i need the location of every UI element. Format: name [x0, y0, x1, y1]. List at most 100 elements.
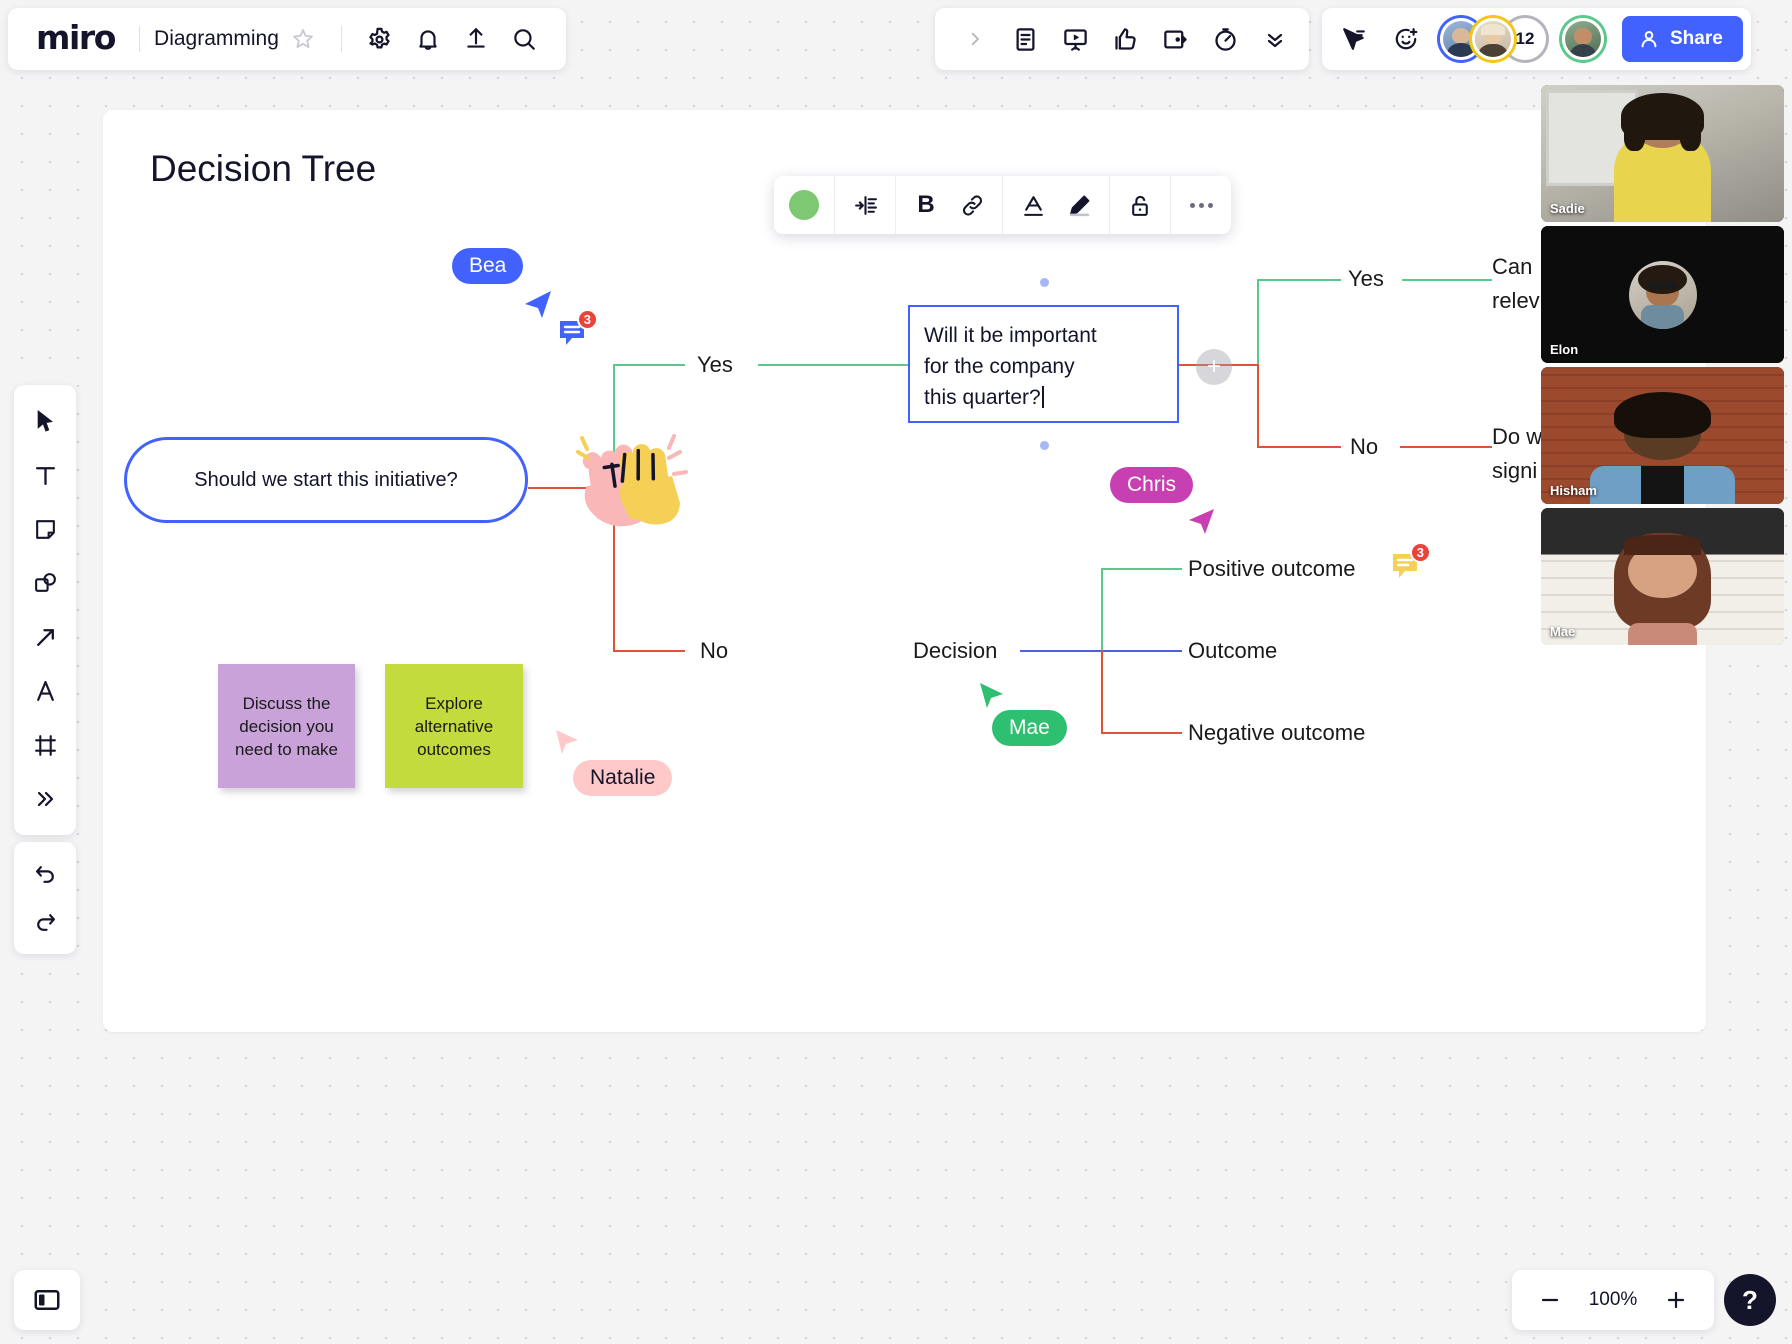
undo-button[interactable] — [21, 850, 69, 898]
label-outcome: Outcome — [1188, 638, 1278, 663]
connector-negative — [1101, 732, 1182, 734]
connector-yes-right — [1257, 279, 1341, 281]
label-clipped-bottom-2: signi — [1492, 458, 1538, 483]
cursor-follow-icon[interactable] — [1330, 15, 1378, 63]
label-no-right: No — [1350, 434, 1379, 459]
miro-logo[interactable]: miro — [26, 18, 125, 61]
add-node-button[interactable]: + — [1196, 349, 1232, 385]
bold-button[interactable]: B — [903, 182, 949, 228]
highlight-pen-button[interactable] — [1056, 182, 1102, 228]
pen-tool[interactable] — [20, 665, 70, 717]
comment-count-badge: 3 — [1409, 542, 1431, 563]
share-button[interactable]: Share — [1622, 16, 1743, 62]
connector-no-left — [613, 650, 685, 652]
avatar-self[interactable] — [1562, 18, 1604, 60]
divider — [139, 26, 141, 52]
frame-tool[interactable] — [20, 719, 70, 771]
selected-text-box[interactable]: Will it be important for the company thi… — [908, 305, 1179, 423]
sticky-note-text: Discuss the decision you need to make — [234, 693, 338, 759]
textbox-line-2: for the company — [924, 355, 1075, 378]
lock-button[interactable] — [1117, 182, 1163, 228]
link-button[interactable] — [949, 182, 995, 228]
video-participant-name: Elon — [1550, 342, 1579, 357]
cursor-arrow-bea — [521, 287, 555, 326]
shape-format-toolbar: B — [774, 176, 1231, 234]
cursor-arrow-mae — [976, 680, 1006, 715]
text-align-icon[interactable] — [842, 182, 888, 228]
text-color-button[interactable] — [1010, 182, 1056, 228]
comment-count-badge: 3 — [576, 309, 598, 330]
connector-no-right — [1257, 446, 1341, 448]
more-tools[interactable] — [20, 773, 70, 825]
avatar — [1628, 260, 1697, 329]
history-rail — [14, 842, 76, 954]
label-negative-outcome: Negative outcome — [1188, 720, 1366, 745]
more-options-button[interactable] — [1178, 182, 1224, 228]
help-button[interactable]: ? — [1724, 1274, 1776, 1326]
cursor-arrow-chris — [1186, 505, 1218, 542]
top-left-toolbar: miro Diagramming — [8, 8, 566, 70]
left-tool-rail — [14, 385, 76, 835]
label-yes-right: Yes — [1348, 266, 1384, 291]
reactions-thumbs-up-icon[interactable] — [1101, 15, 1149, 63]
cursor-label-mae: Mae — [992, 710, 1067, 746]
connector-yes-right-tail — [1402, 279, 1492, 281]
cursor-label-bea: Bea — [452, 248, 524, 284]
sticky-note[interactable]: Discuss the decision you need to make — [218, 664, 355, 788]
comment-pin[interactable]: 3 — [1390, 542, 1431, 586]
presentation-icon[interactable] — [1051, 15, 1099, 63]
fill-color-swatch[interactable] — [781, 182, 827, 228]
video-tile[interactable]: Mae — [1541, 508, 1784, 645]
avatar[interactable] — [1472, 18, 1514, 60]
connection-line-tool[interactable] — [20, 611, 70, 663]
selection-handle-bottom[interactable] — [1040, 441, 1049, 450]
screen-share-icon[interactable] — [1151, 15, 1199, 63]
star-icon[interactable] — [279, 15, 327, 63]
label-positive-outcome: Positive outcome — [1188, 556, 1356, 581]
video-participant-name: Sadie — [1550, 201, 1585, 216]
node-root-question[interactable]: Should we start this initiative? — [124, 437, 528, 523]
board-sheet[interactable] — [103, 110, 1706, 1032]
zoom-in-button[interactable] — [1652, 1276, 1700, 1324]
clap-sticker — [570, 418, 690, 538]
timer-icon[interactable] — [1201, 15, 1249, 63]
textbox-line-1: Will it be important — [924, 324, 1097, 347]
board-name[interactable]: Diagramming — [154, 27, 279, 51]
search-icon[interactable] — [500, 15, 548, 63]
select-tool[interactable] — [20, 395, 70, 447]
video-call-panel: Sadie Elon Hisham Mae — [1541, 85, 1784, 645]
text-tool[interactable] — [20, 449, 70, 501]
label-decision: Decision — [913, 638, 998, 663]
selection-handle-top[interactable] — [1040, 278, 1049, 287]
label-clipped-bottom-1: Do w — [1492, 424, 1543, 449]
shapes-tool[interactable] — [20, 557, 70, 609]
notifications-bell-icon[interactable] — [404, 15, 452, 63]
add-reaction-icon[interactable] — [1382, 15, 1430, 63]
collapse-chevrons-icon[interactable] — [1251, 15, 1299, 63]
upload-icon[interactable] — [452, 15, 500, 63]
video-tile[interactable]: Hisham — [1541, 367, 1784, 504]
zoom-level-value[interactable]: 100% — [1582, 1289, 1644, 1311]
cursor-arrow-natalie — [553, 728, 581, 761]
fill-color-circle — [789, 190, 819, 220]
connector-yes-to-question — [758, 364, 908, 366]
expand-toolbar-chevron-icon[interactable] — [951, 15, 999, 63]
connector-outcome-down — [1101, 650, 1103, 732]
sticky-note[interactable]: Explore alternative outcomes — [385, 664, 523, 788]
notes-icon[interactable] — [1001, 15, 1049, 63]
cursor-name: Bea — [469, 254, 507, 277]
cursor-name: Natalie — [590, 766, 656, 789]
label-yes-left: Yes — [697, 352, 733, 377]
video-tile[interactable]: Sadie — [1541, 85, 1784, 222]
redo-button[interactable] — [21, 898, 69, 946]
cursor-label-chris: Chris — [1110, 467, 1194, 503]
collaborator-avatars[interactable]: 12 — [1440, 18, 1604, 60]
zoom-out-button[interactable] — [1526, 1276, 1574, 1324]
comment-pin[interactable]: 3 — [557, 309, 598, 353]
textbox-line-3: this quarter? — [924, 386, 1041, 409]
settings-gear-icon[interactable] — [356, 15, 404, 63]
video-tile[interactable]: Elon — [1541, 226, 1784, 363]
board-heading: Decision Tree — [150, 148, 377, 189]
toggle-panel-button[interactable] — [14, 1270, 80, 1330]
sticky-note-tool[interactable] — [20, 503, 70, 555]
